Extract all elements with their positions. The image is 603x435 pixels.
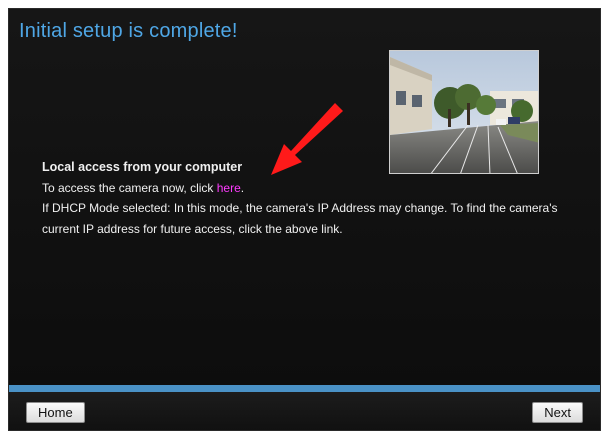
page-title: Initial setup is complete! [19, 20, 238, 42]
access-instruction-text: To access the camera now, click [42, 180, 217, 195]
next-button[interactable]: Next [532, 402, 583, 423]
content-panel: Initial setup is complete! Local access … [9, 9, 600, 385]
dhcp-note: If DHCP Mode selected: In this mode, the… [42, 201, 558, 236]
local-access-heading: Local access from your computer [42, 160, 243, 174]
footer-divider [9, 385, 600, 392]
footer-bar: Home Next [9, 392, 600, 430]
local-access-section: Local access from your computer To acces… [42, 157, 582, 239]
setup-dialog: Initial setup is complete! Local access … [8, 8, 601, 431]
camera-preview-image [389, 50, 539, 174]
home-button[interactable]: Home [26, 402, 85, 423]
here-link[interactable]: here [217, 181, 241, 195]
access-instruction-period: . [240, 180, 245, 195]
access-instruction: To access the camera now, click here. [42, 178, 582, 199]
